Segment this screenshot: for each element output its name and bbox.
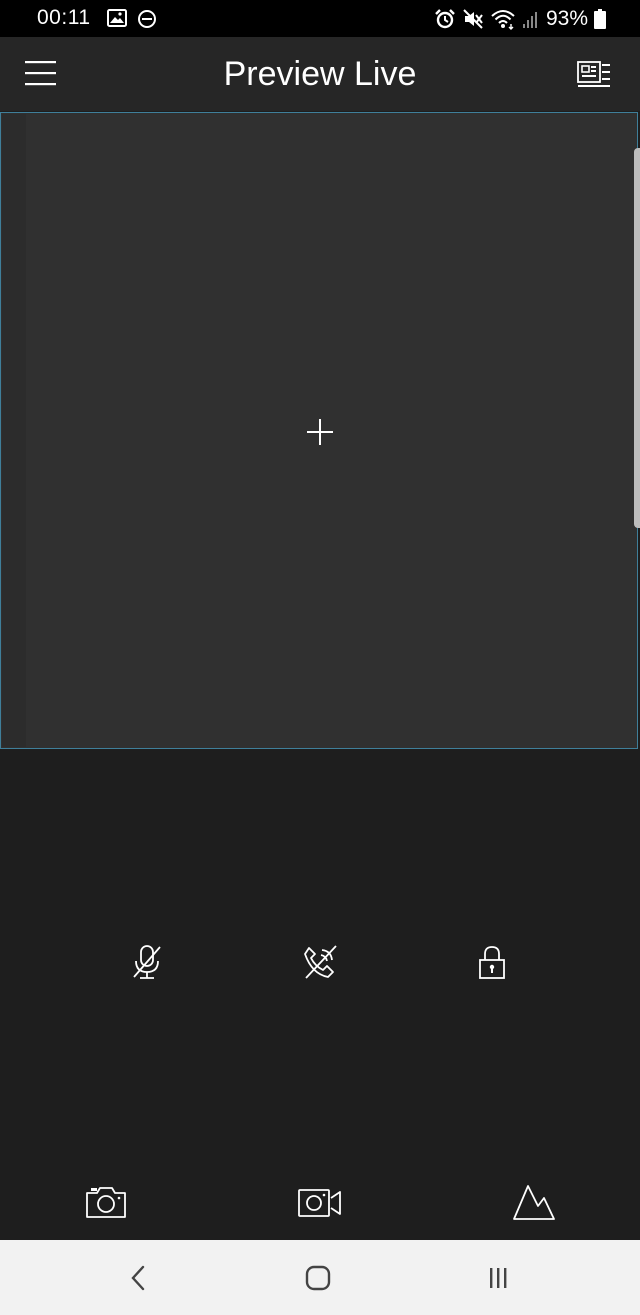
status-system-icons: 93% [434, 6, 606, 32]
side-drawer-handle[interactable] [634, 148, 640, 528]
home-icon [304, 1264, 332, 1292]
snapshot-button[interactable] [78, 1174, 134, 1230]
back-icon [127, 1264, 151, 1292]
system-nav-bar [0, 1240, 640, 1315]
mountain-icon [511, 1182, 557, 1222]
home-button[interactable] [298, 1258, 338, 1298]
alarm-icon [434, 8, 456, 30]
recents-icon [484, 1264, 512, 1292]
battery-icon [594, 9, 606, 29]
battery-percent: 93% [545, 7, 588, 30]
video-record-icon [297, 1184, 343, 1220]
live-preview-window[interactable] [0, 112, 638, 749]
call-button[interactable] [292, 934, 348, 990]
status-notification-icons [107, 9, 157, 29]
add-camera-button[interactable] [295, 407, 345, 457]
app-header: Preview Live [0, 37, 640, 111]
phone-off-icon [300, 942, 340, 982]
plus-icon [295, 407, 345, 457]
device-list-button[interactable] [576, 59, 612, 89]
status-bar: 00:11 93% [0, 0, 640, 37]
dnd-icon [137, 9, 157, 29]
recents-button[interactable] [478, 1258, 518, 1298]
menu-button[interactable] [22, 57, 60, 91]
hamburger-menu-icon [22, 57, 60, 91]
image-icon [107, 9, 127, 29]
wifi-icon [490, 8, 516, 30]
camera-snapshot-icon [84, 1184, 128, 1220]
image-quality-button[interactable] [506, 1174, 562, 1230]
microphone-off-icon [127, 942, 167, 982]
device-list-icon [576, 59, 612, 89]
signal-icon [522, 9, 540, 29]
record-button[interactable] [292, 1174, 348, 1230]
lock-icon [472, 942, 512, 982]
app-screen: 00:11 93% Preview Live [0, 0, 640, 1315]
status-time: 00:11 [37, 6, 91, 29]
preview-left-strip [2, 114, 26, 747]
microphone-button[interactable] [119, 934, 175, 990]
lock-button[interactable] [464, 934, 520, 990]
back-button[interactable] [119, 1258, 159, 1298]
mute-icon [462, 8, 484, 30]
page-title: Preview Live [223, 55, 417, 93]
